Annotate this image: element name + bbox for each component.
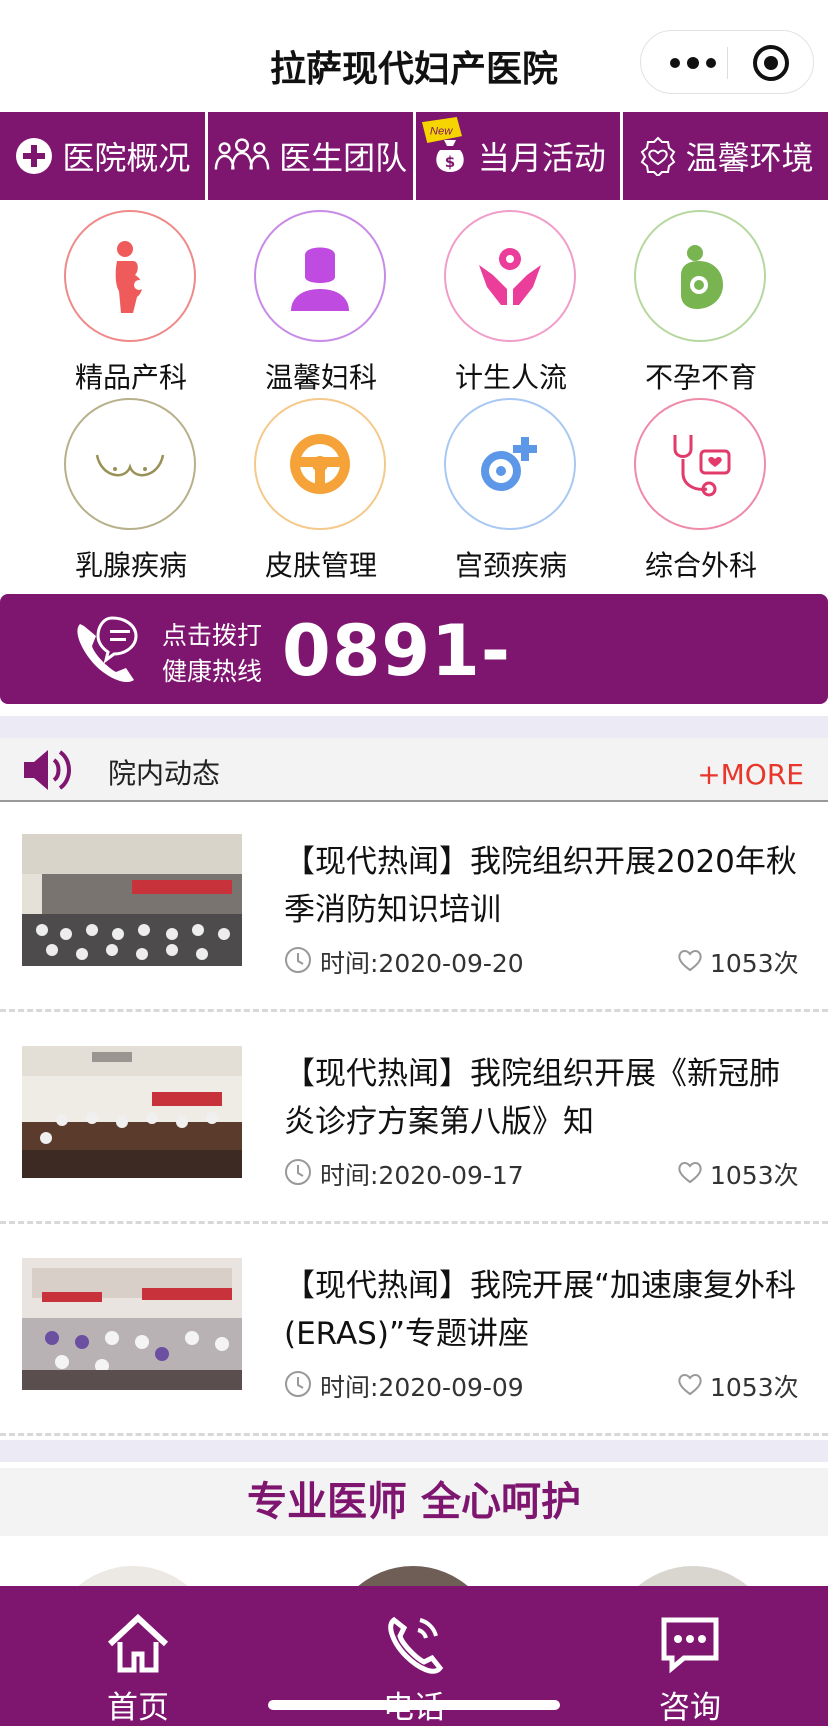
service-icon-circle: [254, 210, 386, 342]
news-views: 1053次: [710, 1373, 799, 1402]
clock-icon: [285, 947, 311, 973]
plus-circle-icon: [16, 138, 53, 174]
doctor-section-banner: 专业医师 全心呵护: [0, 1468, 828, 1536]
service-icon-circle: [444, 398, 576, 530]
nav-doctor-team[interactable]: 医生团队: [208, 112, 416, 200]
service-skin[interactable]: 皮肤管理: [226, 388, 416, 582]
nav-label: 医院概况: [62, 139, 191, 177]
news-item[interactable]: 【现代热闻】我院组织开展《新冠肺炎诊疗方案第八版》知 时间:2020-09-17…: [0, 1014, 828, 1224]
title-bar: 拉萨现代妇产医院: [0, 0, 828, 112]
service-family-planning[interactable]: 计生人流: [416, 200, 606, 394]
service-icon-circle: [254, 398, 386, 530]
heart-icon: [678, 1162, 702, 1184]
news-more-link[interactable]: +MORE: [697, 758, 804, 791]
hotline-cta-line2: 健康热线: [162, 657, 263, 686]
woman-icon: [291, 247, 349, 311]
top-nav: 医院概况 医生团队 New $ 当月活动 温馨环境: [0, 112, 828, 200]
service-icon-circle: [634, 398, 766, 530]
service-grid: 精品产科 温馨妇科 计生人流 不孕不育 乳腺疾病 皮肤管理 宫颈疾病 综合外科: [0, 200, 828, 586]
nav-warm-environment[interactable]: 温馨环境: [623, 112, 828, 200]
capsule-divider: [727, 47, 728, 79]
doctor-avatar[interactable]: [48, 1566, 218, 1586]
service-icon-circle: [64, 210, 196, 342]
news-thumbnail: [22, 1046, 242, 1178]
pregnant-icon: [115, 241, 144, 313]
svg-text:$: $: [445, 153, 455, 171]
people-icon: [214, 138, 270, 170]
service-icon-circle: [64, 398, 196, 530]
nav-label: 当月活动: [477, 139, 606, 177]
doctor-avatar[interactable]: [608, 1566, 778, 1586]
service-label: 皮肤管理: [264, 549, 377, 582]
news-headline: 【现代热闻】我院开展“加速康复外科(ERAS)”专题讲座: [284, 1268, 797, 1352]
speaker-icon: [24, 750, 71, 790]
svg-text:New: New: [429, 125, 452, 137]
breast-icon: [95, 454, 165, 477]
section-divider: [0, 1440, 828, 1462]
news-thumbnail: [22, 834, 242, 966]
service-label: 乳腺疾病: [74, 549, 187, 582]
service-obstetrics[interactable]: 精品产科: [36, 200, 226, 394]
new-badge-icon: New: [421, 116, 462, 144]
service-label: 宫颈疾病: [454, 549, 567, 582]
home-indicator: [268, 1700, 560, 1710]
mini-program-capsule: [640, 30, 814, 94]
news-views: 1053次: [710, 949, 799, 978]
hotline-cta-line1: 点击拨打: [162, 621, 263, 650]
heart-icon: [678, 950, 702, 972]
doctor-avatar[interactable]: [328, 1566, 498, 1586]
chat-icon: [661, 1617, 719, 1674]
news-date: 时间:2020-09-20: [320, 949, 524, 978]
news-section-title: 院内动态: [108, 757, 221, 790]
service-gynecology[interactable]: 温馨妇科: [226, 200, 416, 394]
news-item[interactable]: 【现代热闻】我院开展“加速康复外科(ERAS)”专题讲座 时间:2020-09-…: [0, 1226, 828, 1436]
nav-monthly-events[interactable]: New $ 当月活动: [416, 112, 624, 200]
nav-label: 医生团队: [279, 139, 408, 177]
service-breast[interactable]: 乳腺疾病: [36, 388, 226, 582]
nav-hospital-overview[interactable]: 医院概况: [0, 112, 208, 200]
section-divider: [0, 716, 828, 738]
doctor-avatar-row: [0, 1536, 828, 1586]
service-cervix[interactable]: 宫颈疾病: [416, 388, 606, 582]
news-views: 1053次: [710, 1161, 799, 1190]
hotline-banner[interactable]: 点击拨打 健康热线 0891-6837666: [0, 594, 828, 774]
tab-consult[interactable]: 咨询: [552, 1586, 828, 1726]
clock-icon: [285, 1371, 311, 1397]
stethoscope-icon: [673, 435, 731, 497]
more-icon[interactable]: [665, 49, 721, 77]
news-date: 时间:2020-09-09: [320, 1373, 524, 1402]
service-infertility[interactable]: 不孕不育: [606, 200, 796, 394]
service-icon-circle: [634, 210, 766, 342]
close-target-icon[interactable]: [751, 43, 791, 83]
service-label: 综合外科: [644, 549, 757, 582]
service-icon-circle: [444, 210, 576, 342]
home-icon: [107, 1613, 169, 1673]
clock-icon: [285, 1159, 311, 1185]
steering-wheel-icon: [290, 434, 350, 494]
phone-icon: [388, 1616, 444, 1674]
service-surgery[interactable]: 综合外科: [606, 388, 796, 582]
hands-baby-icon: [479, 248, 541, 305]
tab-label: 咨询: [659, 1690, 721, 1726]
phone-chat-icon: [77, 616, 138, 683]
gender-plus-icon: [481, 437, 537, 491]
news-item[interactable]: 【现代热闻】我院组织开展2020年秋季消防知识培训 时间:2020-09-20 …: [0, 802, 828, 1012]
news-section-header: 院内动态 +MORE: [0, 738, 828, 802]
doctor-slogan: 专业医师 全心呵护: [247, 1479, 581, 1525]
tab-label: 首页: [107, 1690, 169, 1726]
news-thumbnail: [22, 1258, 242, 1390]
mother-baby-icon: [681, 245, 723, 309]
news-headline: 【现代热闻】我院组织开展2020年秋季消防知识培训: [284, 844, 797, 928]
news-date: 时间:2020-09-17: [320, 1161, 524, 1190]
nav-label: 温馨环境: [685, 139, 814, 177]
news-headline: 【现代热闻】我院组织开展《新冠肺炎诊疗方案第八版》知: [284, 1056, 780, 1140]
heart-badge-icon: [640, 136, 675, 176]
tab-home[interactable]: 首页: [0, 1586, 276, 1726]
heart-icon: [678, 1374, 702, 1396]
